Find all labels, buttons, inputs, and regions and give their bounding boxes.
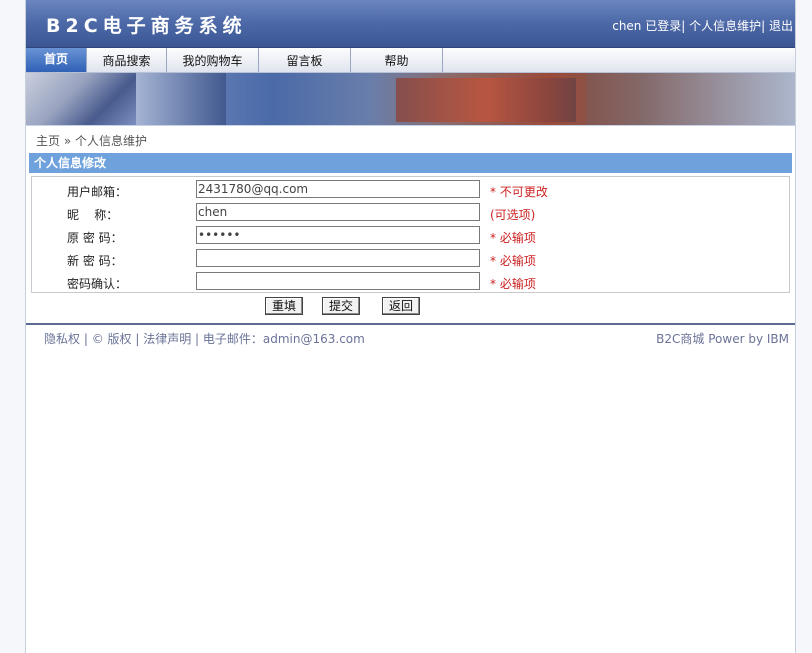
old-password-field[interactable] (196, 226, 480, 244)
footer-separator: | (131, 332, 144, 346)
nav-item-message-board[interactable]: 留言板 (259, 48, 351, 72)
breadcrumb-home[interactable]: 主页 (36, 134, 60, 148)
form-row-email: 用户邮箱： * 不可更改 (32, 179, 789, 201)
footer-links: 隐私权 | © 版权 | 法律声明 | 电子邮件：admin@163.com (44, 330, 365, 347)
profile-link[interactable]: 个人信息维护 (685, 19, 761, 33)
new-password-field[interactable] (196, 249, 480, 267)
user-links: chen 已登录| 个人信息维护| 退出 (612, 17, 793, 34)
confirm-password-label: 密码确认： (67, 277, 128, 291)
breadcrumb-current: 个人信息维护 (75, 134, 148, 148)
back-button[interactable]: 返回 (382, 297, 421, 315)
footer: 隐私权 | © 版权 | 法律声明 | 电子邮件：admin@163.com B… (26, 323, 795, 349)
site-title: B2C电子商务系统 (46, 15, 247, 37)
section-title: 个人信息修改 (29, 153, 792, 173)
copyright-link[interactable]: © 版权 (92, 332, 132, 346)
logout-link[interactable]: 退出 (765, 19, 793, 33)
form-row-new-password: 新 密 码： * 必输项 (32, 248, 789, 270)
form-row-old-password: 原 密 码： * 必输项 (32, 225, 789, 247)
nickname-hint: (可选项) (490, 208, 536, 222)
nav-item-help[interactable]: 帮助 (351, 48, 443, 72)
nav-item-product-search[interactable]: 商品搜索 (87, 48, 167, 72)
header-bar: B2C电子商务系统 chen 已登录| 个人信息维护| 退出 (26, 0, 795, 48)
new-password-hint: * 必输项 (490, 254, 536, 268)
footer-separator: | (80, 332, 92, 346)
user-name: chen (612, 19, 642, 33)
confirm-password-hint: * 必输项 (490, 277, 536, 291)
email-label: 用户邮箱： (67, 185, 128, 199)
nickname-label: 昵 称： (67, 208, 119, 222)
new-password-label: 新 密 码： (67, 254, 123, 268)
privacy-link[interactable]: 隐私权 (44, 332, 80, 346)
footer-email: 电子邮件：admin@163.com (202, 332, 365, 346)
old-password-hint: * 必输项 (490, 231, 536, 245)
breadcrumb: 主页 » 个人信息维护 (26, 125, 795, 150)
confirm-password-field[interactable] (196, 272, 480, 290)
profile-form: 用户邮箱： * 不可更改 昵 称： (可选项) 原 密 码： * 必输项 新 密… (31, 176, 790, 293)
nav-item-my-cart[interactable]: 我的购物车 (167, 48, 259, 72)
form-row-confirm-password: 密码确认： * 必输项 (32, 271, 789, 293)
nav-item-home[interactable]: 首页 (26, 48, 87, 72)
email-hint: * 不可更改 (490, 185, 548, 199)
breadcrumb-separator: » (60, 134, 75, 148)
logged-in-text: 已登录 (641, 19, 682, 33)
reset-button[interactable]: 重填 (265, 297, 304, 315)
email-field[interactable] (196, 180, 480, 198)
footer-separator: | (191, 332, 203, 346)
old-password-label: 原 密 码： (67, 231, 123, 245)
submit-button[interactable]: 提交 (322, 297, 361, 315)
banner-image (26, 73, 795, 125)
footer-brand: B2C商城 Power by IBM (656, 332, 789, 346)
legal-link[interactable]: 法律声明 (143, 332, 191, 346)
nickname-field[interactable] (196, 203, 480, 221)
main-nav: 首页 商品搜索 我的购物车 留言板 帮助 (26, 48, 795, 73)
page-container: B2C电子商务系统 chen 已登录| 个人信息维护| 退出 首页 商品搜索 我… (25, 0, 796, 653)
form-buttons: 重填 提交 返回 (26, 293, 795, 323)
form-row-nickname: 昵 称： (可选项) (32, 202, 789, 224)
